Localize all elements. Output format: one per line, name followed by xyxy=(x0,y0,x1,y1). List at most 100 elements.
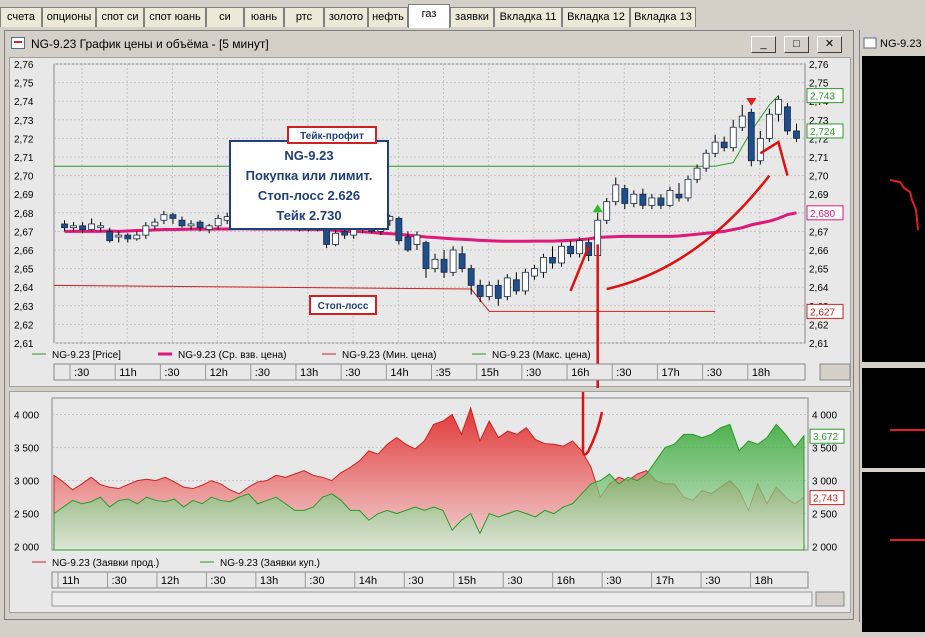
minimize-button[interactable]: _ xyxy=(751,36,776,53)
tab-1[interactable]: опционы xyxy=(42,7,96,27)
volume-legend-item: NG-9.23 (Заявки прод.) xyxy=(52,558,159,569)
price-y-tick-right: 2,69 xyxy=(809,190,829,201)
price-y-tick-left: 2,62 xyxy=(14,320,34,331)
volume-y-tick-left: 2 500 xyxy=(14,510,39,521)
price-y-tick-left: 2,65 xyxy=(14,265,34,276)
volume-right-label: 2,743 xyxy=(813,494,838,505)
stop-loss-label: Стоп-лосс xyxy=(318,301,369,312)
volume-pane[interactable]: 4 000 4 000 3 500 3 500 3 000 3 000 2 500 2 500… xyxy=(9,391,851,613)
candle xyxy=(422,242,430,269)
price-y-tick-left: 2,63 xyxy=(14,302,34,313)
tab-4[interactable]: си xyxy=(206,7,244,27)
price-x-label: :30 xyxy=(164,367,179,379)
price-y-tick-left: 2,72 xyxy=(14,134,34,145)
candle xyxy=(341,230,349,236)
price-x-label: :30 xyxy=(526,367,541,379)
candle xyxy=(214,217,222,227)
candle xyxy=(431,258,439,270)
tab-13[interactable]: Вкладка 13 xyxy=(630,7,696,27)
price-y-tick-right: 2,75 xyxy=(809,79,829,90)
status-bar xyxy=(0,622,860,634)
candle xyxy=(558,245,565,264)
candle xyxy=(205,225,213,230)
volume-x-label: :30 xyxy=(210,575,225,587)
price-pane[interactable]: 2,762,762,752,752,742,742,732,732,722,72… xyxy=(9,57,852,388)
price-y-tick-left: 2,73 xyxy=(14,116,34,127)
tab-0[interactable]: счета xyxy=(0,7,42,27)
volume-y-tick-left: 3 500 xyxy=(14,444,39,455)
price-y-tick-right: 2,70 xyxy=(809,172,829,183)
annotation-line4: Тейк 2.730 xyxy=(276,208,341,223)
candle xyxy=(106,230,114,242)
candle xyxy=(187,223,195,227)
volume-x-label: :30 xyxy=(408,575,423,587)
price-plot-area xyxy=(53,63,806,344)
price-right-label: 2,627 xyxy=(810,307,835,318)
side-chart: NG-9.23 xyxy=(862,34,925,632)
volume-x-label: 11h xyxy=(62,575,80,587)
price-x-label: 18h xyxy=(752,367,770,379)
tab-2[interactable]: спот си xyxy=(96,7,144,27)
candle xyxy=(70,225,77,229)
price-y-tick-left: 2,74 xyxy=(14,97,34,108)
price-x-label: 17h xyxy=(661,367,679,379)
candle xyxy=(639,193,647,206)
price-y-tick-right: 2,62 xyxy=(809,320,829,331)
tab-9[interactable]: газ xyxy=(408,4,450,28)
candle xyxy=(79,225,86,230)
candle xyxy=(684,178,692,199)
tab-10[interactable]: заявки xyxy=(450,7,494,27)
tab-12[interactable]: Вкладка 12 xyxy=(562,7,630,27)
price-x-label: :30 xyxy=(74,367,89,379)
volume-y-tick-right: 3 000 xyxy=(812,477,837,488)
tab-7[interactable]: золото xyxy=(324,7,368,27)
volume-scrollbar[interactable] xyxy=(51,591,813,607)
candle xyxy=(97,225,105,229)
tab-8[interactable]: нефть xyxy=(368,7,408,27)
tab-11[interactable]: Вкладка 11 xyxy=(494,7,562,27)
candle xyxy=(503,277,511,297)
annotation-line3: Стоп-лосс 2.626 xyxy=(258,188,360,203)
candle xyxy=(133,234,141,240)
price-y-tick-right: 2,66 xyxy=(809,246,829,257)
tab-3[interactable]: спот юань xyxy=(144,7,206,27)
price-y-tick-left: 2,70 xyxy=(14,172,34,183)
candle xyxy=(531,268,538,277)
tab-5[interactable]: юань xyxy=(244,7,284,27)
candle xyxy=(350,229,358,236)
candle xyxy=(332,232,340,245)
price-y-tick-left: 2,68 xyxy=(14,209,34,220)
price-legend-item: NG-9.23 (Мин. цена) xyxy=(342,350,437,361)
annotation-line1: NG-9.23 xyxy=(284,148,333,163)
price-scroll-right[interactable] xyxy=(819,363,851,381)
volume-chart[interactable]: 4 000 4 000 3 500 3 500 3 000 3 000 2 500 2 500… xyxy=(10,392,852,614)
volume-scroll-right[interactable] xyxy=(815,591,845,607)
candle xyxy=(657,197,665,206)
close-button[interactable]: ✕ xyxy=(817,36,842,53)
price-x-label: 13h xyxy=(300,367,318,379)
volume-x-label: 12h xyxy=(161,575,179,587)
tab-6[interactable]: ртс xyxy=(284,7,324,27)
candle xyxy=(458,253,466,270)
price-y-tick-left: 2,66 xyxy=(14,246,34,257)
candle xyxy=(476,284,484,297)
price-chart[interactable]: 2,762,762,752,752,742,742,732,732,722,72… xyxy=(10,58,852,388)
candle xyxy=(729,126,737,149)
price-y-tick-right: 2,64 xyxy=(809,283,829,294)
window-title: NG-9.23 График цены и объёма - [5 минут] xyxy=(31,37,269,51)
maximize-button[interactable]: □ xyxy=(784,36,809,53)
candle xyxy=(747,111,755,162)
candle xyxy=(142,225,150,236)
candle xyxy=(738,115,746,128)
price-x-label: :30 xyxy=(616,367,631,379)
price-y-tick-left: 2,71 xyxy=(14,153,34,164)
annotation-line2: Покупка или лимит. xyxy=(246,168,373,183)
side-window-title: NG-9.23 xyxy=(880,38,922,50)
candle xyxy=(784,106,791,132)
price-y-tick-right: 2,65 xyxy=(809,265,829,276)
candle xyxy=(485,284,493,297)
candle xyxy=(702,152,710,169)
candle xyxy=(404,236,412,251)
candle xyxy=(666,190,674,206)
price-x-label: :30 xyxy=(707,367,722,379)
